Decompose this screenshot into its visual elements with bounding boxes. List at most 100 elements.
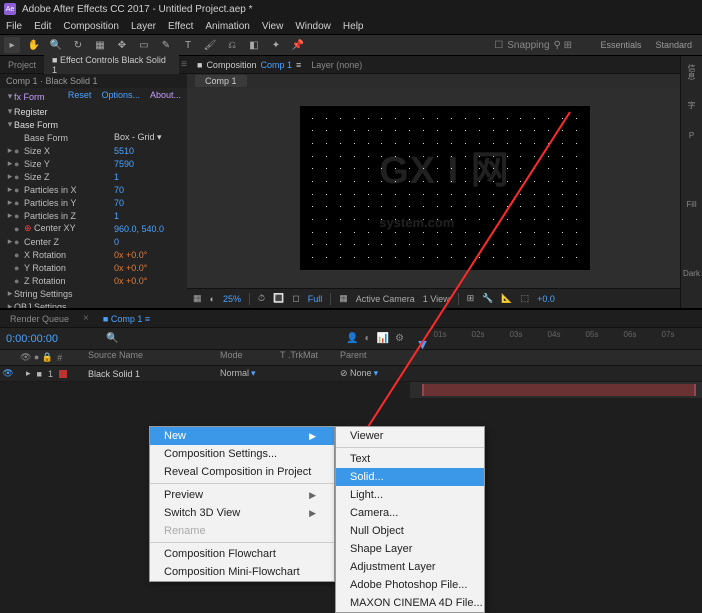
layer-mode[interactable]: Normal▾ <box>220 368 280 379</box>
tab-composition[interactable]: ■ Composition Comp 1 ≡ <box>197 60 301 70</box>
anchor-tool[interactable]: ✥ <box>114 37 130 53</box>
ctx-switch3d[interactable]: Switch 3D View▶ <box>150 504 334 522</box>
puppet-tool[interactable]: 📌 <box>290 37 306 53</box>
ctx-new[interactable]: New▶ <box>150 427 334 445</box>
menu-animation[interactable]: Animation <box>205 21 249 32</box>
roto-tool[interactable]: ✦ <box>268 37 284 53</box>
side-fill[interactable]: Fill <box>686 200 696 209</box>
ctx-reveal[interactable]: Reveal Composition in Project <box>150 463 334 481</box>
snapping-toggle[interactable]: ☐ Snapping ⚲ ⊞ <box>494 40 572 51</box>
composition-viewer[interactable]: GX I 网system.com <box>187 88 702 288</box>
effect-name[interactable]: fx Form <box>14 92 45 102</box>
side-char[interactable]: 字 <box>688 100 696 111</box>
motion-blur-icon[interactable]: ◐ <box>365 333 371 344</box>
shape-tool[interactable]: ▭ <box>136 37 152 53</box>
ctx-text[interactable]: Text <box>336 450 484 468</box>
tab-layer-none[interactable]: Layer (none) <box>311 60 362 70</box>
ctx-camera[interactable]: Camera... <box>336 504 484 522</box>
hand-tool[interactable]: ✋ <box>26 37 42 53</box>
effect-reset[interactable]: Reset <box>68 90 92 103</box>
tab-effect-controls[interactable]: ■ Effect Controls Black Solid 1 <box>44 53 179 77</box>
tab-project[interactable]: Project <box>0 58 44 72</box>
alpha-icon[interactable]: ◐ <box>210 294 215 304</box>
rotate-tool[interactable]: ↻ <box>70 37 86 53</box>
layer-color-swatch[interactable] <box>59 370 67 378</box>
prop-base-form[interactable]: ▾Base Form <box>0 118 187 131</box>
col-mode[interactable]: Mode <box>220 350 280 365</box>
switches-icon[interactable]: ⚙ <box>395 333 404 344</box>
timecode-footer[interactable]: ⏱ <box>258 293 265 304</box>
ctx-light[interactable]: Light... <box>336 486 484 504</box>
shy-icon[interactable]: 👤 <box>346 333 358 344</box>
menu-view[interactable]: View <box>262 21 284 32</box>
ctx-viewer[interactable]: Viewer <box>336 427 484 445</box>
prop-y-rotation[interactable]: ●Y Rotation0x +0.0° <box>0 261 187 274</box>
layer-name[interactable]: Black Solid 1 <box>88 369 220 379</box>
prop-particles-in-y[interactable]: ▸●Particles in Y70 <box>0 196 187 209</box>
ctx-flowchart[interactable]: Composition Flowchart <box>150 545 334 563</box>
effect-about[interactable]: About... <box>150 90 181 103</box>
prop-register[interactable]: ▾Register <box>0 105 187 118</box>
prop-size-y[interactable]: ▸●Size Y7590 <box>0 157 187 170</box>
brush-tool[interactable]: 🖌 <box>202 37 218 53</box>
menu-layer[interactable]: Layer <box>131 21 156 32</box>
prop-size-x[interactable]: ▸●Size X5510 <box>0 144 187 157</box>
menu-composition[interactable]: Composition <box>63 21 119 32</box>
menu-help[interactable]: Help <box>343 21 364 32</box>
zoom-tool[interactable]: 🔍 <box>48 37 64 53</box>
graph-icon[interactable]: 📊 <box>377 333 389 344</box>
pen-tool[interactable]: ✎ <box>158 37 174 53</box>
prop-string-settings[interactable]: ▸String Settings <box>0 287 187 300</box>
ctx-adjust[interactable]: Adjustment Layer <box>336 558 484 576</box>
tab-comp1[interactable]: ■ Comp 1 ≡ <box>93 312 160 326</box>
col-trkmat[interactable]: T .TrkMat <box>280 350 340 365</box>
stamp-tool[interactable]: ⎌ <box>224 37 240 53</box>
layer-row-1[interactable]: 👁 ▸■ 1 Black Solid 1 Normal▾ ⊘ None▾ <box>0 366 702 382</box>
tab-render-queue[interactable]: Render Queue <box>0 312 79 326</box>
prop-x-rotation[interactable]: ●X Rotation0x +0.0° <box>0 248 187 261</box>
col-parent[interactable]: Parent <box>340 350 410 365</box>
col-source-name[interactable]: Source Name <box>88 350 220 365</box>
view-dropdown[interactable]: 1 View <box>423 294 450 304</box>
side-dark[interactable]: Dark <box>683 269 700 278</box>
menu-edit[interactable]: Edit <box>34 21 51 32</box>
prop-particles-in-z[interactable]: ▸●Particles in Z1 <box>0 209 187 222</box>
menu-file[interactable]: File <box>6 21 22 32</box>
visibility-toggle[interactable]: 👁 <box>0 368 16 379</box>
ctx-c4d[interactable]: MAXON CINEMA 4D File... <box>336 594 484 612</box>
current-timecode[interactable]: 0:00:00:00 <box>6 333 58 345</box>
zoom-value[interactable]: 25% <box>223 294 241 304</box>
camera-tool[interactable]: ▦ <box>92 37 108 53</box>
ctx-miniflow[interactable]: Composition Mini-Flowchart <box>150 563 334 581</box>
selection-tool[interactable]: ▸ <box>4 37 20 53</box>
workspace-standard[interactable]: Standard <box>649 38 698 52</box>
layer-duration-bar[interactable] <box>422 384 696 396</box>
prop-center-z[interactable]: ▸●Center Z0 <box>0 235 187 248</box>
exposure[interactable]: +0.0 <box>537 294 555 304</box>
camera-dropdown[interactable]: Active Camera <box>356 294 415 304</box>
prop-base-form[interactable]: Base FormBox - Grid ▾ <box>0 131 187 144</box>
menu-effect[interactable]: Effect <box>168 21 193 32</box>
ctx-null[interactable]: Null Object <box>336 522 484 540</box>
prop-size-z[interactable]: ▸●Size Z1 <box>0 170 187 183</box>
prop-z-rotation[interactable]: ●Z Rotation0x +0.0° <box>0 274 187 287</box>
workspace-essentials[interactable]: Essentials <box>594 38 647 52</box>
text-tool[interactable]: T <box>180 37 196 53</box>
ctx-preview[interactable]: Preview▶ <box>150 486 334 504</box>
tab-close[interactable]: × <box>79 311 93 326</box>
twirl-icon[interactable]: ▸ <box>26 368 31 379</box>
grid-icon[interactable]: ▦ <box>193 293 202 304</box>
menu-window[interactable]: Window <box>295 21 331 32</box>
side-info[interactable]: 信息 <box>686 64 697 80</box>
resolution[interactable]: Full <box>308 294 323 304</box>
prop-particles-in-x[interactable]: ▸●Particles in X70 <box>0 183 187 196</box>
effect-options[interactable]: Options... <box>101 90 140 103</box>
ctx-shape[interactable]: Shape Layer <box>336 540 484 558</box>
ctx-solid[interactable]: Solid... <box>336 468 484 486</box>
ctx-photoshop[interactable]: Adobe Photoshop File... <box>336 576 484 594</box>
timeline-search[interactable]: 🔍 <box>106 333 118 344</box>
comp-breadcrumb[interactable]: Comp 1 <box>195 75 247 87</box>
prop-center-xy[interactable]: ●⊕ Center XY960.0, 540.0 <box>0 222 187 235</box>
layer-parent[interactable]: ⊘ None▾ <box>340 368 410 379</box>
prop-obj-settings[interactable]: ▸OBJ Settings <box>0 300 187 308</box>
